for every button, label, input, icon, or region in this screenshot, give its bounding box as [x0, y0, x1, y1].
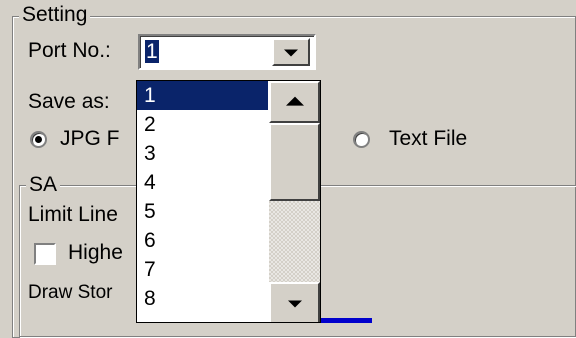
- draw-label: Draw Stor: [28, 282, 113, 303]
- chevron-down-icon: [284, 49, 298, 57]
- scroll-down-button[interactable]: [269, 282, 320, 322]
- higher-label[interactable]: Highe: [68, 241, 123, 265]
- dropdown-item-1[interactable]: 1: [137, 81, 268, 110]
- setting-legend: Setting: [19, 4, 91, 26]
- scroll-down-arrow-icon: [287, 300, 302, 308]
- radio-jpg-file[interactable]: [30, 131, 47, 148]
- higher-checkbox[interactable]: [34, 243, 56, 265]
- port-no-label: Port No.:: [28, 39, 111, 62]
- scroll-thumb[interactable]: [269, 123, 320, 201]
- radio-jpg-label[interactable]: JPG F: [60, 127, 120, 151]
- scroll-up-button[interactable]: [269, 81, 320, 123]
- combo-dropdown-button[interactable]: [272, 38, 310, 66]
- limit-line-label: Limit Line: [28, 203, 118, 226]
- dropdown-scrollbar[interactable]: [269, 81, 320, 322]
- dropdown-item-2[interactable]: 2: [137, 110, 268, 139]
- radio-text-label[interactable]: Text File: [389, 127, 467, 151]
- dropdown-item-7[interactable]: 7: [137, 255, 268, 284]
- dropdown-item-3[interactable]: 3: [137, 139, 268, 168]
- dropdown-items[interactable]: 1 2 3 4 5 6 7 8: [137, 81, 268, 313]
- port-no-value: 1: [145, 40, 159, 63]
- dropdown-item-6[interactable]: 6: [137, 226, 268, 255]
- dropdown-item-5[interactable]: 5: [137, 197, 268, 226]
- radio-selected-dot: [35, 136, 42, 143]
- port-no-combobox[interactable]: 1: [138, 34, 316, 70]
- dropdown-item-8[interactable]: 8: [137, 284, 268, 313]
- sa-legend: SA: [26, 174, 61, 196]
- save-as-label: Save as:: [28, 90, 110, 113]
- color-swatch-bar[interactable]: [320, 318, 372, 323]
- radio-text-file[interactable]: [353, 131, 370, 148]
- dropdown-item-4[interactable]: 4: [137, 168, 268, 197]
- scroll-up-arrow-icon: [285, 96, 304, 106]
- port-dropdown-list[interactable]: 1 2 3 4 5 6 7 8: [136, 80, 321, 323]
